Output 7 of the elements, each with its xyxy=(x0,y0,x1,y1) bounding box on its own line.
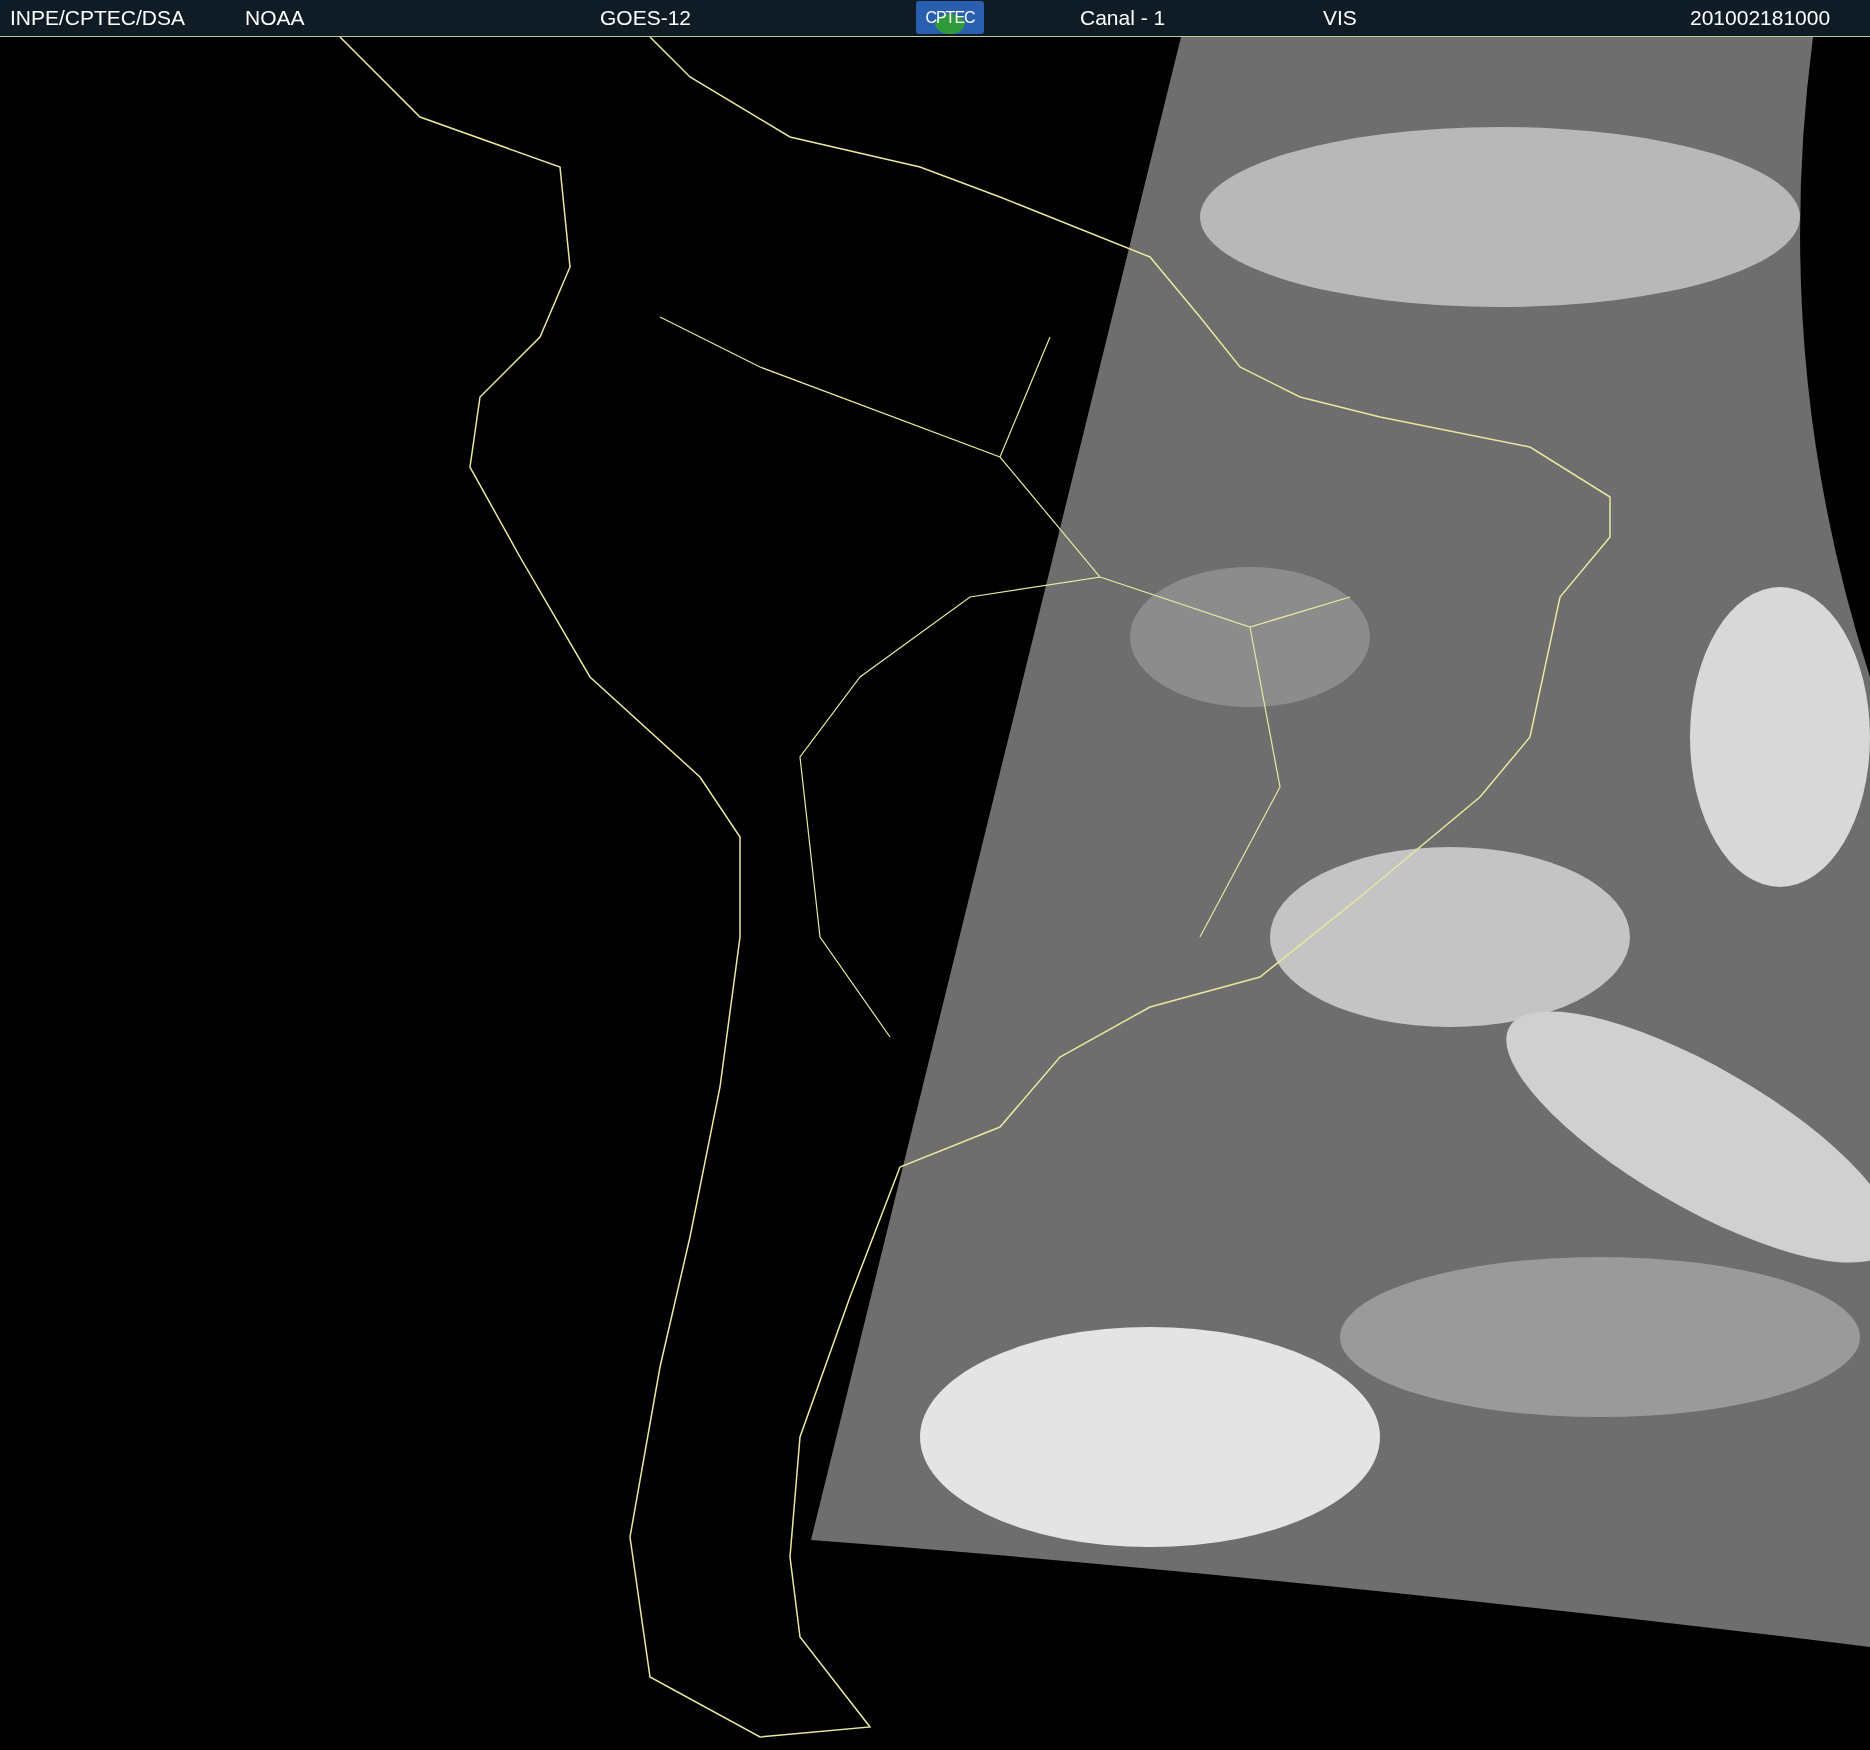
header-label: INPE/CPTEC/DSA xyxy=(10,6,186,30)
header-label: VIS xyxy=(1323,6,1357,30)
header-label: NOAA xyxy=(245,6,305,30)
header-label: Canal - 1 xyxy=(1080,6,1166,30)
header-label: GOES-12 xyxy=(600,6,692,30)
header-label: 201002181000 xyxy=(1690,6,1831,30)
logo: CPTEC xyxy=(916,1,984,34)
